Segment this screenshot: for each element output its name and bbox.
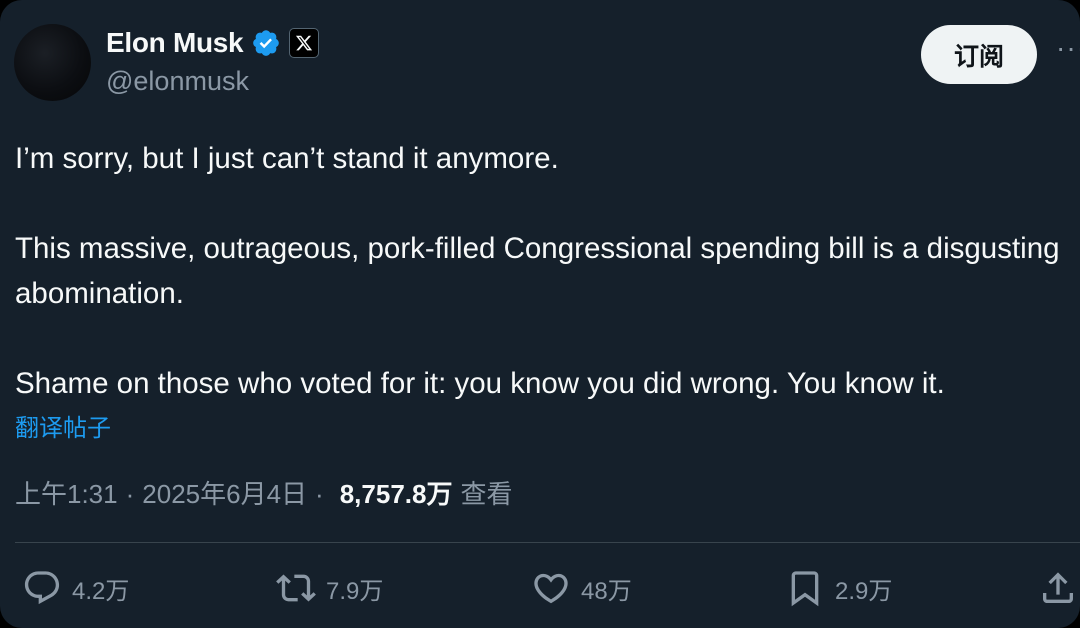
meta-separator: · [315,479,324,509]
avatar[interactable] [14,24,91,101]
repost-icon [276,574,316,602]
views-count[interactable]: 8,757.8万 [340,474,453,511]
translate-link[interactable]: 翻译帖子 [15,408,111,443]
verified-badge-icon [253,30,280,56]
tweet-time[interactable]: 上午1:31 [15,474,118,511]
repost-count: 7.9万 [326,577,384,605]
action-bar: 4.2万 7.9万 48万 2.9万 [0,565,1080,615]
like-count: 48万 [581,577,632,605]
reply-button[interactable]: 4.2万 [22,565,129,611]
author-name[interactable]: Elon Musk [106,27,244,59]
share-button[interactable] [1038,565,1078,611]
reply-count: 4.2万 [72,577,130,605]
tweet-meta: 上午1:31 · 2025年6月4日 · 8,757.8万 查看 [15,474,512,511]
like-button[interactable]: 48万 [531,565,632,611]
tweet-date[interactable]: 2025年6月4日 [142,474,307,511]
heart-icon [534,573,568,604]
meta-separator: · [125,479,135,509]
share-icon [1043,572,1073,603]
author-row: Elon Musk [106,27,320,59]
divider [15,542,1080,543]
x-logo-icon[interactable] [289,28,320,58]
repost-button[interactable]: 7.9万 [276,565,383,611]
bookmark-count: 2.9万 [835,577,893,605]
tweet-card: Elon Musk @elonmusk 订阅 ··· I’m sorry, bu… [0,0,1080,628]
bookmark-button[interactable]: 2.9万 [785,565,892,611]
more-options-icon[interactable]: ··· [1056,34,1080,62]
views-label[interactable]: 查看 [460,474,512,511]
bookmark-icon [791,571,819,607]
subscribe-button[interactable]: 订阅 [921,25,1037,84]
author-handle[interactable]: @elonmusk [106,66,249,97]
reply-icon [24,571,60,605]
tweet-text: I’m sorry, but I just can’t stand it any… [15,142,1060,400]
